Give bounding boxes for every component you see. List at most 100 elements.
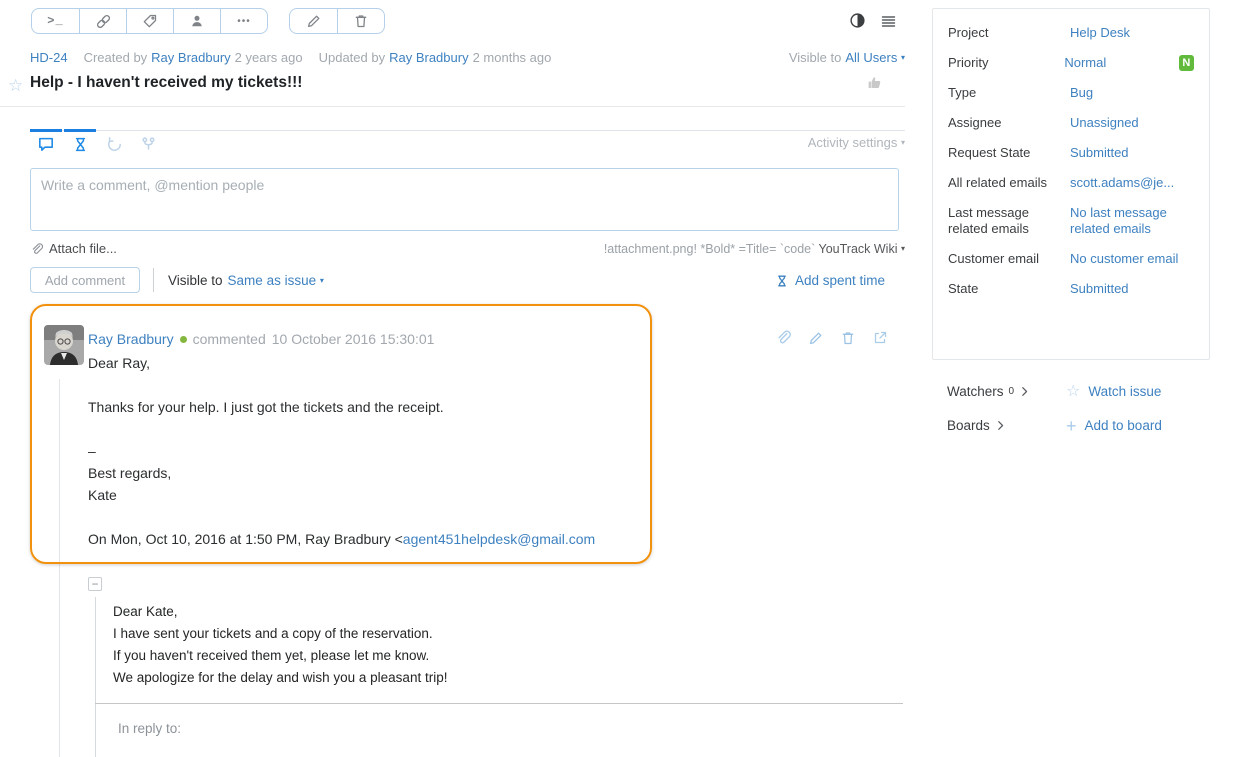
attach-file-label: Attach file... <box>49 241 117 256</box>
field-label: Request State <box>948 145 1031 160</box>
like-button[interactable] <box>866 74 883 91</box>
delete-issue-button[interactable] <box>337 9 384 33</box>
avatar <box>44 325 84 365</box>
email-link[interactable]: agent451helpdesk@gmail.com <box>403 531 595 547</box>
field-label: All related emails <box>948 175 1047 190</box>
star-issue-button[interactable]: ☆ <box>8 76 23 96</box>
link-issue-button[interactable] <box>79 9 126 33</box>
ellipsis-icon: ••• <box>237 15 251 27</box>
field-value[interactable]: No last message related emails <box>1070 205 1180 237</box>
plus-icon: + <box>1066 415 1077 436</box>
field-label: Type <box>948 85 977 100</box>
visible-to-dropdown[interactable]: All Users ▾ <box>845 50 905 65</box>
star-icon: ☆ <box>8 76 24 95</box>
issue-fields-panel: Project Help Desk Priority Normal N Type… <box>932 8 1210 360</box>
field-label: Assignee <box>948 115 1002 130</box>
edit-issue-button[interactable] <box>290 9 337 33</box>
comment-line: Kate <box>88 487 117 503</box>
contrast-toggle-button[interactable] <box>849 12 866 29</box>
comment-line: Dear Ray, <box>88 355 150 371</box>
more-actions-button[interactable]: ••• <box>220 9 267 33</box>
field-value[interactable]: Submitted <box>1070 281 1180 297</box>
tab-spent-time[interactable] <box>64 129 96 157</box>
quote-line: We apologize for the delay and wish you … <box>113 670 448 685</box>
comment-visibility-label: Visible to <box>168 272 223 288</box>
watchers-expander[interactable]: Watchers 0 <box>947 384 1066 399</box>
field-value[interactable]: Bug <box>1070 85 1180 101</box>
quote-line: Dear Kate, <box>113 604 178 619</box>
boards-expander[interactable]: Boards <box>947 418 1066 433</box>
priority-badge: N <box>1178 55 1194 71</box>
collapse-quote-button[interactable]: − <box>88 577 102 591</box>
activity-settings-dropdown[interactable]: Activity settings ▾ <box>808 135 905 150</box>
field-value[interactable]: Help Desk <box>1070 25 1180 41</box>
field-value[interactable]: Normal <box>1064 55 1168 71</box>
updated-author-link[interactable]: Ray Bradbury <box>389 50 468 65</box>
created-author-link[interactable]: Ray Bradbury <box>151 50 230 65</box>
trash-icon <box>353 13 369 29</box>
quote-line: If you haven't received them yet, please… <box>113 648 430 663</box>
field-row-priority: Priority Normal N <box>948 55 1194 71</box>
add-to-board-button[interactable]: + Add to board <box>1066 415 1162 436</box>
caret-down-icon: ▾ <box>900 53 905 62</box>
tab-history[interactable] <box>98 131 130 157</box>
comment-line: – <box>88 443 96 459</box>
external-link-icon <box>872 330 888 346</box>
field-value[interactable]: scott.adams@je... <box>1070 175 1180 191</box>
field-label: State <box>948 281 979 296</box>
add-spent-time-button[interactable]: Add spent time <box>775 273 885 288</box>
add-tag-button[interactable] <box>126 9 173 33</box>
caret-down-icon: ▾ <box>900 244 905 253</box>
field-row-request-state: Request State Submitted <box>948 145 1194 161</box>
comment-author-link[interactable]: Ray Bradbury <box>88 331 174 347</box>
link-icon <box>95 13 112 30</box>
tab-vcs-changes[interactable] <box>132 131 164 157</box>
issue-meta-row: HD-24 Created by Ray Bradbury 2 years ag… <box>30 50 905 65</box>
assignee-button[interactable] <box>173 9 220 33</box>
comment-permalink-button[interactable] <box>872 329 888 346</box>
activity-tabs <box>30 129 905 157</box>
list-view-button[interactable] <box>880 13 897 29</box>
boards-row: Boards + Add to board <box>947 415 1210 436</box>
add-comment-button[interactable]: Add comment <box>30 267 140 293</box>
issue-toolbar-edit <box>289 8 385 34</box>
field-value[interactable]: Unassigned <box>1070 115 1180 131</box>
youtrack-issue-page: >_ ••• HD-24 Created by Ray Bradbury 2 y… <box>0 0 1242 757</box>
youtrack-wiki-link[interactable]: YouTrack Wiki ▾ <box>819 242 905 256</box>
issue-id: HD-24 <box>30 50 68 65</box>
field-value[interactable]: Submitted <box>1070 145 1180 161</box>
tab-comments[interactable] <box>30 129 62 157</box>
pencil-icon <box>306 13 322 29</box>
comment-line: Best regards, <box>88 465 172 481</box>
thumbs-up-icon <box>866 74 883 91</box>
comment-attach-button[interactable] <box>775 329 792 346</box>
comment-line: On Mon, Oct 10, 2016 at 1:50 PM, Ray Bra… <box>88 531 596 547</box>
paperclip-icon <box>775 329 792 346</box>
quote-indent-line <box>95 597 96 757</box>
field-label: Last message related emails <box>948 205 1029 236</box>
person-icon <box>189 13 205 29</box>
comment-edit-button[interactable] <box>808 329 824 346</box>
comment-timestamp: 10 October 2016 15:30:01 <box>271 331 435 347</box>
attach-file-button[interactable]: Attach file... <box>30 241 117 256</box>
comment-delete-button[interactable] <box>840 329 856 346</box>
branch-icon <box>140 136 157 153</box>
command-window-button[interactable]: >_ <box>32 9 79 33</box>
field-value[interactable]: No customer email <box>1070 251 1180 267</box>
caret-down-icon: ▾ <box>900 138 905 147</box>
field-row-type: Type Bug <box>948 85 1194 101</box>
comment-body: Dear Ray, Thanks for your help. I just g… <box>88 352 633 550</box>
history-icon <box>106 136 123 153</box>
contrast-icon <box>849 12 866 29</box>
quote-divider <box>95 703 903 704</box>
vertical-divider <box>153 268 154 292</box>
field-row-all-related-emails: All related emails scott.adams@je... <box>948 175 1194 191</box>
comment-input[interactable] <box>30 168 899 231</box>
chevron-right-icon <box>1019 386 1030 397</box>
field-label: Customer email <box>948 251 1040 266</box>
comment-visibility-dropdown[interactable]: Same as issue ▾ <box>228 273 324 288</box>
pencil-icon <box>808 330 824 346</box>
watch-issue-button[interactable]: ☆ Watch issue <box>1066 381 1161 401</box>
in-reply-to-label: In reply to: <box>118 721 182 736</box>
issue-toolbar-primary: >_ ••• <box>31 8 268 34</box>
